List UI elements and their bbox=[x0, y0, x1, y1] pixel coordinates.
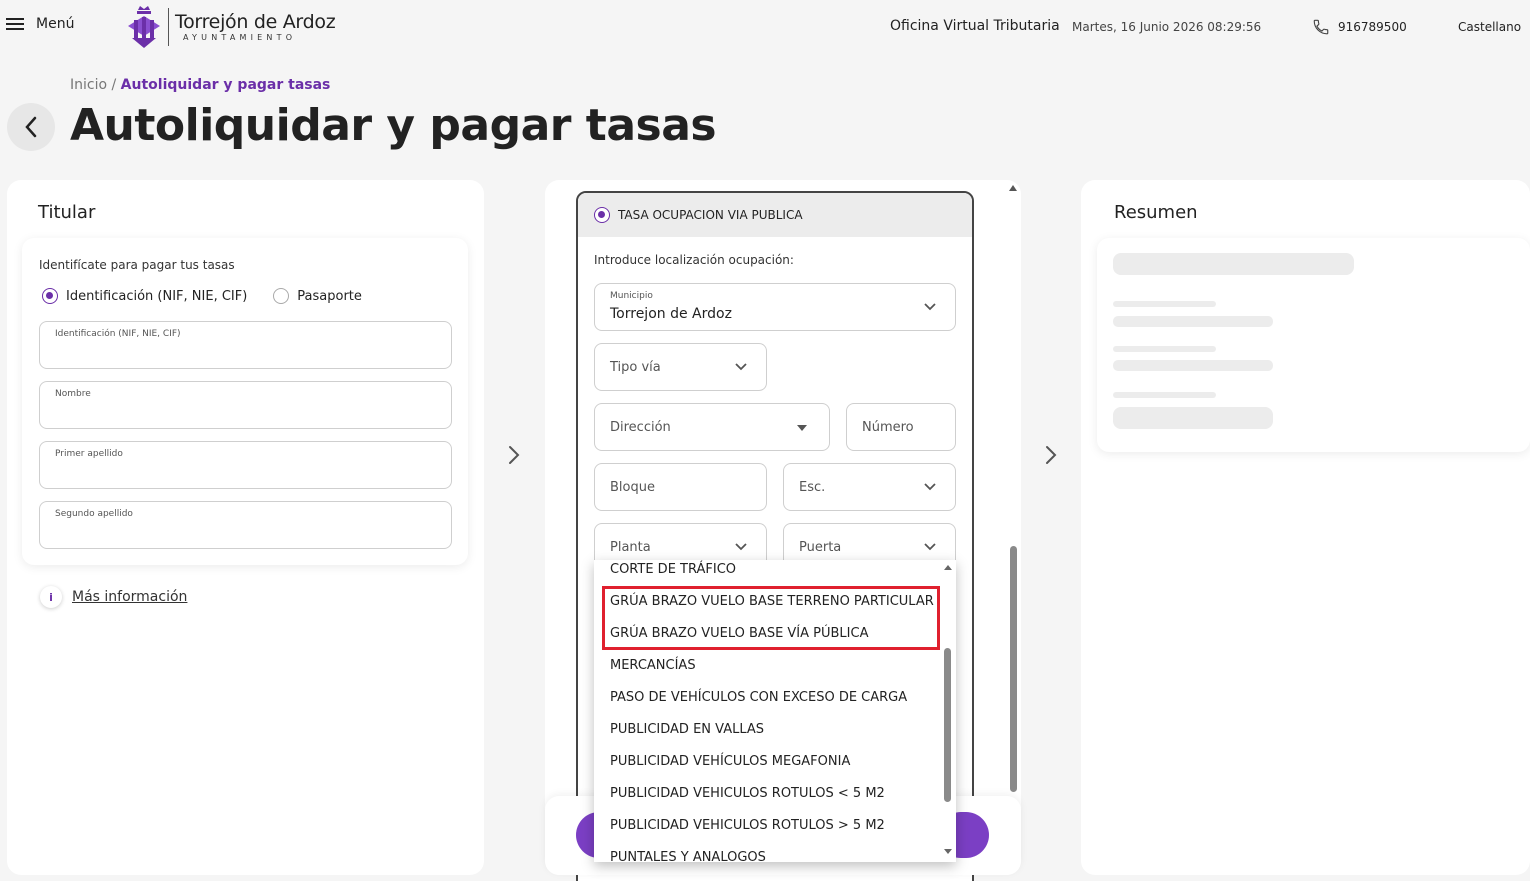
identification-field-label: Identificación (NIF, NIE, CIF) bbox=[55, 329, 181, 339]
chevron-right-icon[interactable] bbox=[1043, 445, 1059, 465]
escalera-label: Esc. bbox=[799, 480, 826, 495]
dropdown-scrollbar-thumb[interactable] bbox=[944, 648, 951, 802]
back-button[interactable] bbox=[7, 103, 55, 151]
skeleton-placeholder bbox=[1113, 360, 1273, 371]
tipo-via-select[interactable]: Tipo vía bbox=[594, 343, 767, 391]
dropdown-option[interactable]: PUBLICIDAD EN VALLAS bbox=[610, 722, 764, 737]
direccion-label: Dirección bbox=[610, 420, 671, 435]
menu-label: Menú bbox=[36, 16, 75, 32]
chevron-left-icon bbox=[25, 116, 37, 138]
chevron-down-icon bbox=[735, 543, 747, 551]
phone-number: 916789500 bbox=[1338, 20, 1407, 34]
escalera-select[interactable]: Esc. bbox=[783, 463, 956, 511]
numero-label: Número bbox=[862, 420, 914, 435]
nombre-field[interactable]: Nombre bbox=[39, 381, 452, 429]
city-crest-icon bbox=[128, 6, 160, 48]
identification-card: Identifícate para pagar tus tasas Identi… bbox=[22, 238, 468, 565]
header: Menú Torrejón de Ardoz AYUNTAMIENTO Ofic… bbox=[0, 0, 1530, 56]
titular-panel: Titular Identifícate para pagar tus tasa… bbox=[7, 180, 484, 875]
planta-label: Planta bbox=[610, 540, 651, 555]
scroll-up-arrow-icon[interactable] bbox=[1009, 185, 1017, 191]
phone-icon bbox=[1313, 19, 1329, 35]
radio-pasaporte-label: Pasaporte bbox=[297, 288, 362, 304]
chevron-down-icon bbox=[924, 483, 936, 491]
skeleton-placeholder bbox=[1113, 253, 1354, 275]
dropdown-option[interactable]: CORTE DE TRÁFICO bbox=[610, 562, 736, 577]
chevron-right-icon[interactable] bbox=[506, 445, 522, 465]
chevron-down-icon bbox=[924, 303, 936, 311]
municipio-select[interactable]: Municipio Torrejon de Ardoz bbox=[594, 283, 956, 331]
municipio-label: Municipio bbox=[610, 291, 653, 301]
phone-link[interactable]: 916789500 bbox=[1312, 18, 1407, 36]
hamburger-icon bbox=[6, 17, 24, 31]
logo-subtitle: AYUNTAMIENTO bbox=[183, 33, 297, 42]
resumen-panel: Resumen bbox=[1081, 180, 1530, 875]
breadcrumb-current: Autoliquidar y pagar tasas bbox=[120, 77, 331, 93]
radio-nif[interactable]: Identificación (NIF, NIE, CIF) bbox=[42, 288, 247, 304]
location-hint: Introduce localización ocupación: bbox=[594, 253, 794, 267]
radio-selected-icon bbox=[594, 207, 610, 223]
tipo-via-label: Tipo vía bbox=[610, 360, 661, 375]
municipio-value: Torrejon de Ardoz bbox=[610, 306, 732, 322]
highlight-box bbox=[602, 586, 940, 650]
titular-title: Titular bbox=[38, 202, 96, 223]
datetime: Martes, 16 Junio 2026 08:29:56 bbox=[1072, 20, 1262, 34]
logo[interactable]: Torrejón de Ardoz AYUNTAMIENTO bbox=[124, 4, 336, 50]
skeleton-placeholder bbox=[1113, 301, 1216, 307]
breadcrumb: Inicio / Autoliquidar y pagar tasas bbox=[70, 77, 330, 93]
dropdown-option[interactable]: PASO DE VEHÍCULOS CON EXCESO DE CARGA bbox=[610, 690, 907, 705]
breadcrumb-separator: / bbox=[111, 77, 117, 93]
skeleton-placeholder bbox=[1113, 392, 1216, 398]
segundo-apellido-field[interactable]: Segundo apellido bbox=[39, 501, 452, 549]
direccion-select[interactable]: Dirección bbox=[594, 403, 830, 451]
dropdown-option[interactable]: PUBLICIDAD VEHÍCULOS MEGAFONIA bbox=[610, 754, 850, 769]
puerta-label: Puerta bbox=[799, 540, 842, 555]
skeleton-placeholder bbox=[1113, 316, 1273, 327]
info-icon: i bbox=[40, 586, 62, 608]
identification-hint: Identifícate para pagar tus tasas bbox=[39, 258, 235, 272]
dropdown-option[interactable]: PUNTALES Y ANALOGOS bbox=[610, 850, 766, 862]
page-title: Autoliquidar y pagar tasas bbox=[70, 100, 717, 151]
logo-title: Torrejón de Ardoz bbox=[175, 11, 336, 33]
radio-nif-label: Identificación (NIF, NIE, CIF) bbox=[66, 288, 248, 304]
dropdown-option[interactable]: PUBLICIDAD VEHICULOS ROTULOS > 5 M2 bbox=[610, 818, 885, 833]
tasa-title: TASA OCUPACION VIA PUBLICA bbox=[618, 208, 803, 222]
radio-unselected-icon bbox=[273, 288, 290, 304]
more-info-label: Más información bbox=[72, 589, 188, 605]
logo-separator bbox=[168, 8, 169, 46]
skeleton-placeholder bbox=[1113, 346, 1216, 352]
chevron-down-icon bbox=[735, 363, 747, 371]
language-selector[interactable]: Castellano bbox=[1458, 20, 1521, 34]
nombre-field-label: Nombre bbox=[55, 389, 91, 399]
numero-field[interactable]: Número bbox=[846, 403, 956, 451]
radio-pasaporte[interactable]: Pasaporte bbox=[273, 288, 362, 304]
primer-apellido-field-label: Primer apellido bbox=[55, 449, 123, 459]
dropdown-option[interactable]: MERCANCÍAS bbox=[610, 658, 696, 673]
skeleton-placeholder bbox=[1113, 407, 1273, 429]
dropdown-option[interactable]: PUBLICIDAD VEHICULOS ROTULOS < 5 M2 bbox=[610, 786, 885, 801]
caret-down-icon bbox=[797, 425, 807, 431]
bloque-label: Bloque bbox=[610, 480, 655, 495]
breadcrumb-home[interactable]: Inicio bbox=[70, 77, 107, 93]
tasa-option-header[interactable]: TASA OCUPACION VIA PUBLICA bbox=[578, 193, 972, 237]
chevron-down-icon bbox=[924, 543, 936, 551]
panel-scrollbar-thumb[interactable] bbox=[1010, 546, 1017, 792]
more-info-link[interactable]: i Más información bbox=[40, 586, 187, 608]
summary-card bbox=[1097, 238, 1530, 452]
radio-selected-icon bbox=[42, 288, 58, 304]
dropdown-scroll-down-icon[interactable] bbox=[944, 849, 952, 854]
id-type-radio-group: Identificación (NIF, NIE, CIF) Pasaporte bbox=[42, 288, 362, 304]
segundo-apellido-field-label: Segundo apellido bbox=[55, 509, 133, 519]
resumen-title: Resumen bbox=[1114, 202, 1198, 223]
menu-button[interactable]: Menú bbox=[6, 16, 74, 32]
identification-field[interactable]: Identificación (NIF, NIE, CIF) bbox=[39, 321, 452, 369]
dropdown-scroll-up-icon[interactable] bbox=[944, 565, 952, 570]
bloque-field[interactable]: Bloque bbox=[594, 463, 767, 511]
office-title: Oficina Virtual Tributaria bbox=[890, 18, 1060, 34]
primer-apellido-field[interactable]: Primer apellido bbox=[39, 441, 452, 489]
